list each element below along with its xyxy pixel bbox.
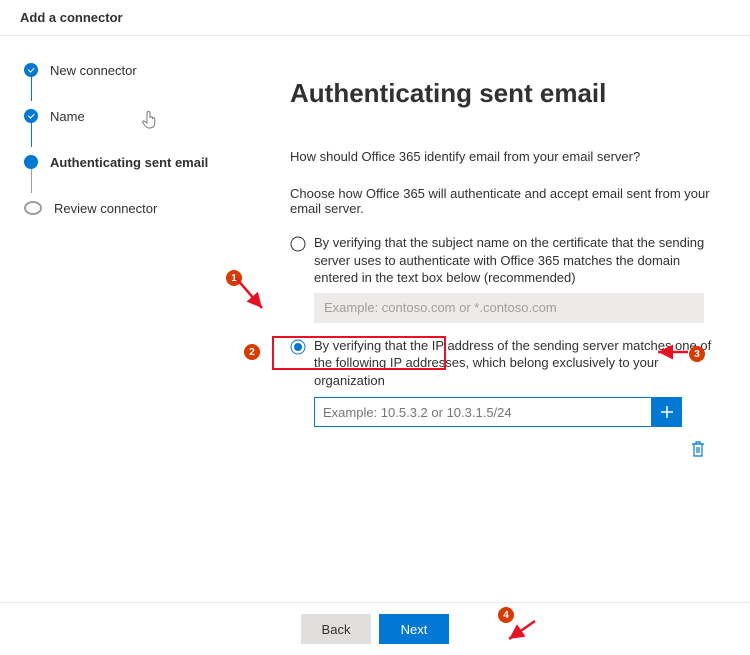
step-completed-icon	[24, 63, 38, 77]
certificate-domain-input: Example: contoso.com or *.contoso.com	[314, 293, 704, 323]
step-name[interactable]: Name	[24, 106, 254, 126]
certificate-placeholder: Example: contoso.com or *.contoso.com	[324, 300, 557, 315]
question-text: How should Office 365 identify email fro…	[290, 149, 720, 164]
step-current-icon	[24, 155, 38, 169]
body: New connector Name Authenticating sent e…	[0, 36, 750, 599]
step-connector-line	[31, 166, 32, 193]
header: Add a connector	[0, 0, 750, 36]
radio-label-certificate: By verifying that the subject name on th…	[314, 234, 720, 287]
wizard-stepper: New connector Name Authenticating sent e…	[0, 36, 254, 599]
step-connector-line	[31, 120, 32, 147]
step-label: New connector	[50, 63, 137, 78]
step-label: Review connector	[54, 201, 157, 216]
wizard-footer: Back Next	[0, 602, 750, 655]
radio-option-certificate[interactable]: By verifying that the subject name on th…	[290, 234, 720, 287]
radio-unchecked-icon	[290, 236, 306, 252]
radio-option-ip[interactable]: By verifying that the IP address of the …	[290, 337, 720, 390]
step-label: Name	[50, 109, 85, 124]
remove-ip-button[interactable]	[691, 441, 705, 460]
radio-checked-icon	[290, 339, 306, 355]
step-review[interactable]: Review connector	[24, 198, 254, 218]
ip-address-input[interactable]	[314, 397, 652, 427]
page-title: Add a connector	[20, 10, 123, 25]
plus-icon	[660, 405, 674, 419]
radio-label-ip: By verifying that the IP address of the …	[314, 337, 720, 390]
step-new-connector[interactable]: New connector	[24, 60, 254, 80]
step-completed-icon	[24, 109, 38, 123]
main-content: Authenticating sent email How should Off…	[254, 36, 750, 599]
instruction-text: Choose how Office 365 will authenticate …	[290, 186, 720, 216]
next-button[interactable]: Next	[379, 614, 449, 644]
heading: Authenticating sent email	[290, 78, 720, 109]
step-authenticating[interactable]: Authenticating sent email	[24, 152, 254, 172]
trash-icon	[691, 445, 705, 460]
step-pending-icon	[24, 201, 42, 215]
add-ip-button[interactable]	[652, 397, 682, 427]
step-connector-line	[31, 74, 32, 101]
back-button[interactable]: Back	[301, 614, 371, 644]
step-label: Authenticating sent email	[50, 155, 208, 170]
